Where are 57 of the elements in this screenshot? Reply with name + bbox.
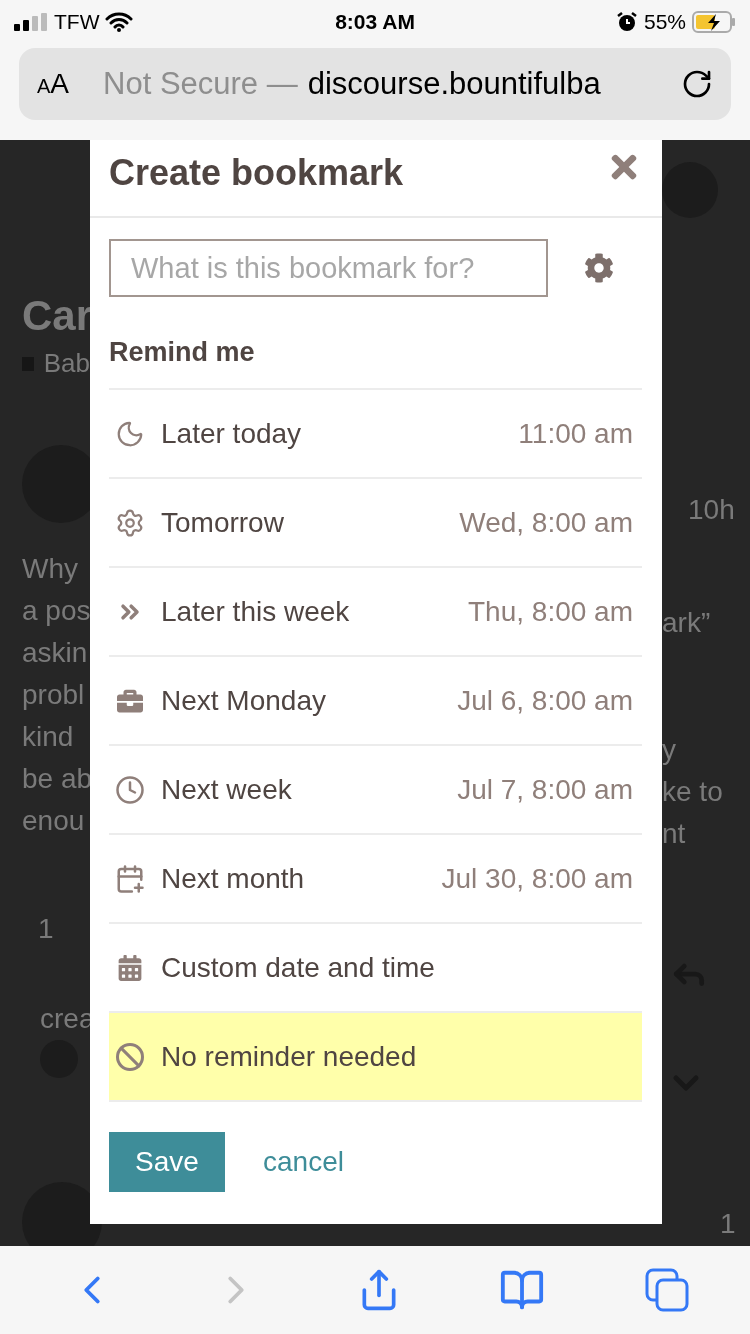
alarm-icon <box>615 11 638 33</box>
option-label: Next week <box>161 773 293 806</box>
calendar-plus-icon <box>115 863 145 894</box>
post-text: nt <box>662 817 687 851</box>
option-label: Later today <box>161 417 303 450</box>
post-time: 10h <box>687 493 736 527</box>
calendar-icon <box>117 954 143 981</box>
tabs-icon <box>643 1266 691 1314</box>
post-text: probl <box>22 678 86 712</box>
option-time: Jul 7, 8:00 am <box>457 773 633 806</box>
option-time: Jul 6, 8:00 am <box>457 684 633 717</box>
tabs-button[interactable] <box>643 1266 691 1314</box>
option-time: 11:00 am <box>518 417 633 450</box>
post-text: ark” <box>662 606 712 640</box>
option-label: Later this week <box>161 595 351 628</box>
post-text: ke to <box>662 775 724 809</box>
option-label: Tomorrow <box>161 506 285 539</box>
save-button[interactable]: Save <box>109 1132 225 1192</box>
option-label: Custom date and time <box>161 951 436 984</box>
topic-title: Car <box>22 292 90 340</box>
carrier-name: TFW <box>54 10 100 34</box>
no-entry-icon <box>115 1041 145 1072</box>
bookmark-name-field[interactable]: What is this bookmark for? <box>109 239 548 297</box>
dialog-title: Create bookmark <box>109 152 404 194</box>
post-count: 1 <box>37 912 55 946</box>
url-text: discourse.bountifulba <box>307 66 602 102</box>
option-time: Jul 30, 8:00 am <box>441 862 633 895</box>
reminder-option[interactable]: No reminder needed <box>109 1013 642 1102</box>
option-label: No reminder needed <box>161 1040 418 1073</box>
category-name: Bab <box>43 348 90 379</box>
battery-icon <box>692 11 736 33</box>
post-text: y <box>662 733 677 767</box>
post-text: kind <box>22 720 75 754</box>
post-text: be ab <box>22 762 90 796</box>
gear-icon <box>115 507 145 538</box>
post-text: enou <box>22 804 86 838</box>
clock-icon <box>115 774 145 805</box>
cancel-link[interactable]: cancel <box>263 1146 344 1178</box>
clock-time: 8:03 AM <box>335 10 415 34</box>
reload-icon[interactable] <box>681 68 713 100</box>
signal-icon <box>14 13 48 31</box>
settings-button[interactable] <box>584 253 614 283</box>
post-text: a pos <box>22 594 90 628</box>
option-label: Next month <box>161 862 306 895</box>
option-label: Next Monday <box>161 684 327 717</box>
option-time: Wed, 8:00 am <box>459 506 633 539</box>
post-text: askin <box>22 636 89 670</box>
wifi-icon <box>105 12 134 32</box>
security-label: Not Secure — <box>103 66 298 102</box>
battery-percent: 55% <box>643 10 686 34</box>
briefcase-icon <box>117 687 143 714</box>
reply-count: 1 <box>719 1207 737 1241</box>
address-bar[interactable]: AA Not Secure — discourse.bountifulba <box>19 48 731 120</box>
section-label: Remind me <box>109 337 256 368</box>
text-size-button[interactable]: AA <box>37 68 70 100</box>
post-text: Why <box>22 552 79 586</box>
option-time: Thu, 8:00 am <box>468 595 633 628</box>
